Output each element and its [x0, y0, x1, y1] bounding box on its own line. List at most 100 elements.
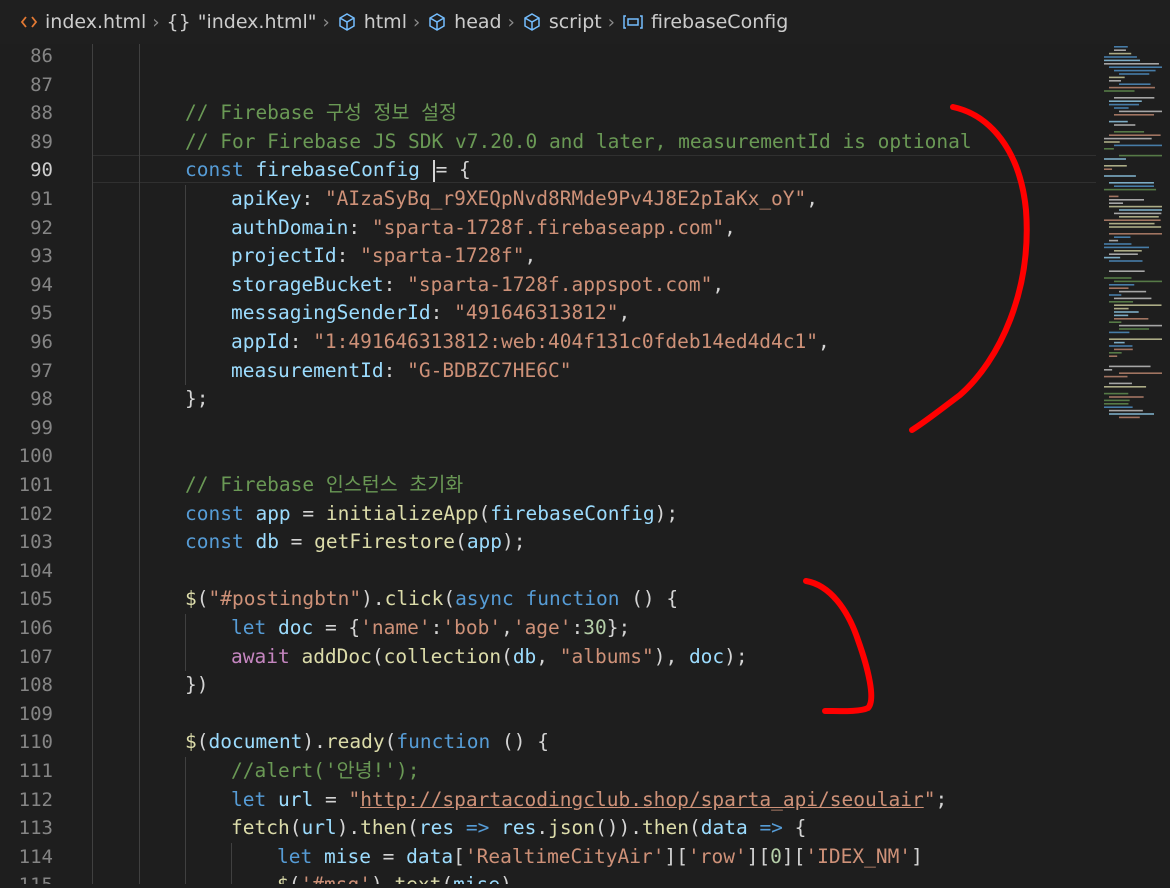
code-token: ); [502, 530, 526, 554]
code-line[interactable]: const app = initializeApp(firebaseConfig… [185, 500, 678, 529]
code-line[interactable]: $('#msg').text(mise) [277, 871, 512, 884]
chevron-right-icon: › [322, 11, 330, 33]
minimap-line [1114, 307, 1129, 310]
minimap-line [1119, 416, 1140, 419]
minimap-line [1109, 80, 1121, 82]
line-number: 104 [18, 559, 53, 582]
code-token: "AIzaSyBq_r9XEQpNvd8RMde9Pv4J8E2pIaKx_oY… [324, 187, 807, 210]
minimap-line [1114, 144, 1162, 147]
code-token: = { [435, 158, 471, 182]
code-token: ( [371, 644, 384, 668]
code-token: messagingSenderId [231, 301, 431, 325]
code-line[interactable]: $("#postingbtn").click(async function ()… [185, 585, 678, 614]
code-line[interactable]: let doc = {'name':'bob','age':30}; [231, 614, 630, 643]
code-token: : [430, 301, 455, 325]
minimap[interactable] [1096, 44, 1170, 884]
breadcrumb-item-2[interactable]: html [337, 11, 407, 33]
breadcrumb-item-3[interactable]: head [427, 11, 502, 33]
code-line[interactable]: messagingSenderId: "491646313812", [231, 299, 630, 328]
code-token: 'row' [687, 844, 747, 868]
code-line[interactable]: // For Firebase JS SDK v7.20.0 and later… [185, 128, 972, 157]
minimap-line [1114, 46, 1128, 48]
line-number: 99 [30, 416, 53, 439]
minimap-line [1109, 103, 1139, 106]
code-token: , [712, 272, 725, 296]
code-token: " [923, 787, 936, 811]
code-line[interactable]: $(document).ready(function () { [185, 728, 549, 757]
code-token: db [512, 644, 537, 668]
line-number: 88 [30, 102, 53, 125]
code-token: "1:491646313812:web:404f131c0fdeb14ed4d4… [313, 330, 819, 353]
minimap-line [1119, 328, 1150, 330]
breadcrumb-item-4[interactable]: script [522, 11, 602, 33]
code-line[interactable]: }; [185, 385, 208, 414]
code-line[interactable]: let mise = data['RealtimeCityAir']['row'… [277, 843, 923, 872]
minimap-line [1109, 409, 1143, 412]
code-token: '#msg' [301, 873, 371, 884]
code-token: = [313, 787, 349, 811]
code-line[interactable]: const firebaseConfig = { [185, 156, 471, 185]
code-token: ), [653, 644, 689, 668]
line-number: 86 [30, 45, 53, 67]
code-line[interactable]: fetch(url).then(res => res.json()).then(… [231, 814, 806, 843]
line-number: 108 [18, 674, 53, 697]
code-line[interactable]: //alert('안녕!'); [231, 757, 420, 786]
code-token: 30 [583, 616, 607, 639]
code-line[interactable]: appId: "1:491646313812:web:404f131c0fdeb… [231, 328, 830, 357]
line-number: 91 [30, 188, 53, 210]
code-token: => [747, 816, 795, 840]
code-token: , [818, 330, 830, 353]
code-line[interactable]: }) [185, 671, 208, 700]
minimap-line [1104, 403, 1129, 405]
code-line[interactable]: const db = getFirestore(app); [185, 528, 526, 557]
code-token: data [406, 844, 454, 868]
code-line[interactable]: authDomain: "sparta-1728f.firebaseapp.co… [231, 214, 736, 243]
code-token: ( [384, 730, 397, 754]
minimap-line [1119, 216, 1159, 218]
minimap-line [1104, 165, 1127, 167]
code-token: ) [500, 873, 512, 884]
code-line[interactable]: // Firebase 구성 정보 설정 [185, 99, 457, 128]
code-token: url [277, 787, 314, 811]
minimap-line [1109, 338, 1162, 340]
minimap-line [1109, 205, 1162, 208]
minimap-line [1114, 114, 1155, 116]
code-line[interactable]: projectId: "sparta-1728f", [231, 242, 536, 271]
breadcrumb: index.html ›{} "index.html" › html › head › scri… [0, 0, 1170, 44]
code-line[interactable]: measurementId: "G-BDBZC7HE6C" [231, 357, 571, 386]
code-token: authDomain [231, 215, 349, 239]
code-line[interactable]: // Firebase 인스턴스 초기화 [185, 471, 463, 500]
breadcrumb-item-0[interactable]: index.html [20, 11, 146, 33]
code-token: then [360, 816, 408, 840]
line-number: 105 [18, 588, 53, 611]
code-token: ); [724, 644, 748, 668]
code-token: firebaseConfig [490, 501, 655, 525]
minimap-line [1109, 202, 1124, 204]
code-token: = [370, 844, 407, 868]
minimap-line [1109, 66, 1162, 68]
minimap-line [1109, 199, 1144, 201]
breadcrumb-item-1[interactable]: {} "index.html" [167, 11, 317, 33]
line-number: 102 [18, 502, 53, 525]
minimap-line [1104, 256, 1121, 259]
code-token: 'bob' [442, 616, 502, 639]
code-token: url [301, 816, 337, 840]
code-line[interactable]: apiKey: "AIzaSyBq_r9XEQpNvd8RMde9Pv4J8E2… [231, 185, 818, 214]
code-line[interactable]: await addDoc(collection(db, "albums"), d… [231, 643, 748, 672]
code-line[interactable]: let url = "http://spartacodingclub.shop/… [231, 786, 947, 815]
code-token: : [383, 358, 408, 382]
minimap-line [1109, 345, 1133, 347]
minimap-line [1114, 318, 1149, 320]
code-token: mise [323, 844, 371, 868]
minimap-line [1104, 399, 1130, 402]
code-editor[interactable]: 86 87 88 89 90 91 92 93 94 95 96 97 98 99 100 101 102 103… [0, 44, 1096, 884]
minimap-line [1104, 406, 1133, 408]
minimap-line [1119, 154, 1162, 157]
minimap-line [1109, 331, 1130, 334]
minimap-line [1114, 236, 1131, 238]
code-token: () { [502, 730, 549, 754]
code-line[interactable]: storageBucket: "sparta-1728f.appspot.com… [231, 271, 724, 300]
code-token: projectId [231, 244, 337, 268]
breadcrumb-item-5[interactable]: firebaseConfig [622, 11, 788, 33]
code-token: res [501, 816, 537, 840]
